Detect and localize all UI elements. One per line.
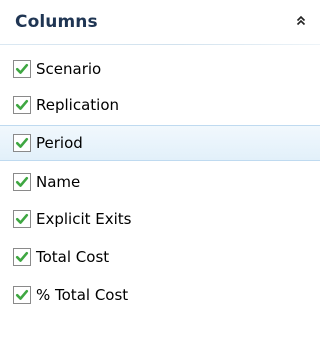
panel-title: Columns (15, 12, 98, 32)
column-item-explicit-exits[interactable]: Explicit Exits (0, 201, 320, 237)
checkmark-icon (15, 176, 29, 187)
collapse-button[interactable] (292, 12, 310, 30)
double-chevron-up-icon (296, 15, 306, 26)
checkbox[interactable] (13, 286, 31, 304)
column-item-name[interactable]: Name (0, 164, 320, 200)
checkbox[interactable] (13, 210, 31, 228)
checkbox[interactable] (13, 248, 31, 266)
column-item-label: Replication (36, 96, 120, 114)
checkmark-icon (15, 99, 29, 110)
checkbox[interactable] (13, 173, 31, 191)
checkmark-icon (15, 251, 29, 262)
checkbox[interactable] (13, 134, 31, 152)
column-item-label: Total Cost (36, 248, 110, 266)
column-item-label: Name (36, 173, 81, 191)
column-item-total-cost[interactable]: Total Cost (0, 239, 320, 275)
checkmark-icon (15, 213, 29, 224)
checkbox[interactable] (13, 96, 31, 114)
checkmark-icon (15, 63, 29, 74)
column-item-label: Explicit Exits (36, 210, 132, 228)
column-item-replication[interactable]: Replication (0, 87, 320, 123)
column-item-period[interactable]: Period (0, 125, 320, 161)
column-item-label: Period (36, 134, 83, 152)
header-divider (0, 44, 320, 45)
checkbox[interactable] (13, 60, 31, 78)
column-item-percent-total-cost[interactable]: % Total Cost (0, 277, 320, 313)
columns-panel: Columns Scenario Replication Period Name… (0, 0, 320, 339)
column-item-label: % Total Cost (36, 286, 129, 304)
column-item-label: Scenario (36, 60, 102, 78)
panel-header: Columns (0, 0, 320, 44)
checkmark-icon (15, 289, 29, 300)
column-item-scenario[interactable]: Scenario (0, 51, 320, 87)
checkmark-icon (15, 137, 29, 148)
